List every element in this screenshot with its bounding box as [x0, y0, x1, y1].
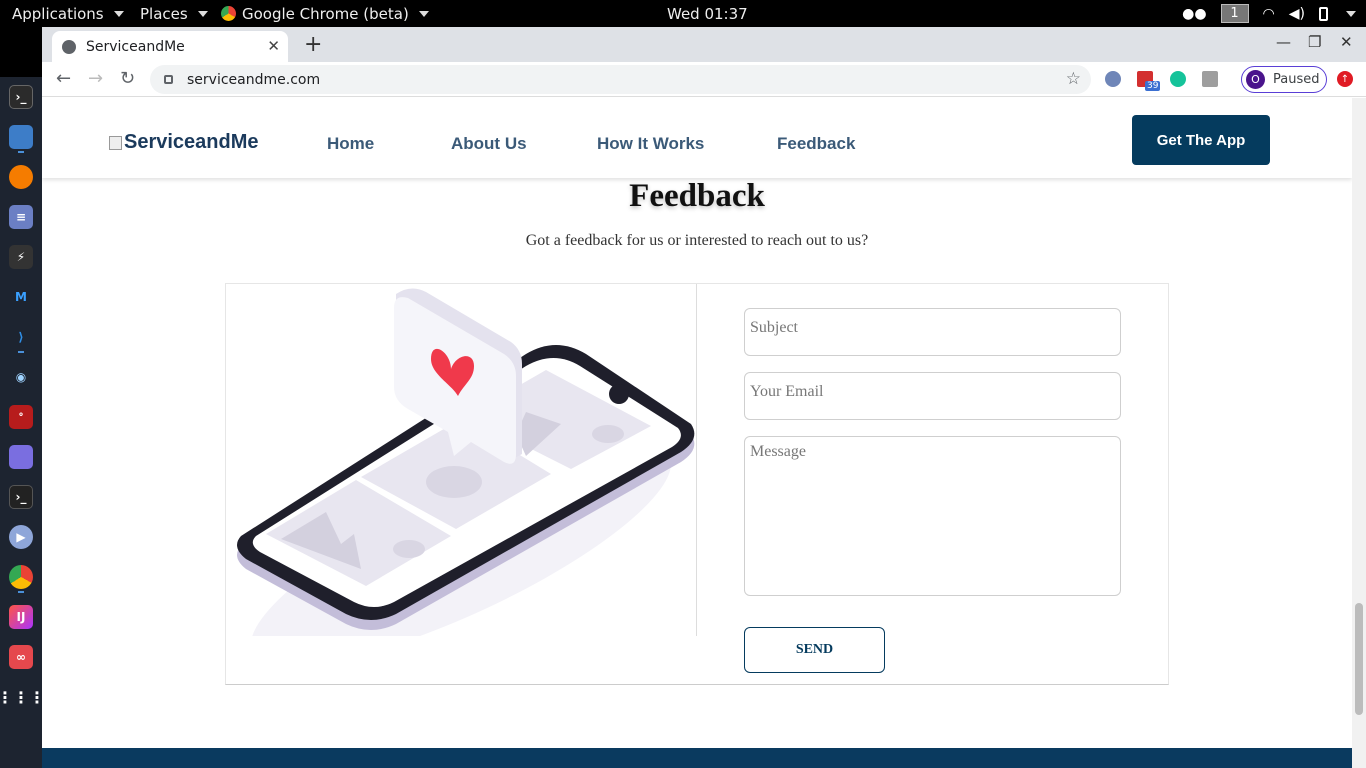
places-menu[interactable]: Places [140, 0, 208, 27]
new-tab-button[interactable]: + [304, 32, 322, 57]
profile-button[interactable]: O Paused [1241, 66, 1327, 93]
close-icon[interactable]: ✕ [267, 37, 280, 55]
site-logo[interactable]: ServiceandMe [109, 131, 259, 154]
nav-feedback[interactable]: Feedback [777, 134, 855, 154]
page-title: Feedback [629, 178, 765, 214]
phone-heart-illustration [237, 288, 695, 636]
system-top-bar: Applications Places Google Chrome (beta)… [0, 0, 1366, 27]
restore-icon[interactable]: ❐ [1308, 33, 1321, 51]
address-bar[interactable]: serviceandme.com ☆ [150, 65, 1091, 94]
chevron-down-icon [113, 10, 124, 17]
browser-tab-strip: ServiceandMe ✕ + — ❐ ✕ [42, 27, 1366, 62]
extension-1-icon[interactable] [1105, 71, 1121, 87]
running-indicator [18, 591, 24, 593]
tab-title: ServiceandMe [86, 38, 185, 55]
lock-icon [164, 75, 173, 84]
chevron-down-icon [197, 10, 208, 17]
chrome-dock-icon[interactable] [9, 565, 33, 589]
terminal-2-icon[interactable]: ›_ [9, 485, 33, 509]
nav-how-it-works[interactable]: How It Works [597, 134, 704, 154]
browser-tab[interactable]: ServiceandMe ✕ [52, 31, 288, 62]
battery-icon[interactable] [1319, 6, 1328, 21]
grammarly-icon[interactable] [1170, 71, 1186, 87]
reload-icon[interactable]: ↻ [120, 68, 135, 89]
cherrytree-icon[interactable]: ᐤ [9, 405, 33, 429]
reader-icon[interactable]: ∞ [9, 645, 33, 669]
workspace-indicator[interactable]: 1 [1220, 4, 1249, 23]
chevron-down-icon [418, 10, 429, 17]
eye-icon[interactable]: ◉ [9, 365, 33, 389]
app-grid-icon[interactable]: ⋮⋮⋮ [0, 685, 45, 709]
files-icon[interactable] [9, 125, 33, 149]
places-label: Places [140, 4, 188, 23]
clock[interactable]: Wed 01:37 [667, 0, 748, 27]
vscode-icon[interactable]: ⟩ [9, 325, 33, 349]
active-app-menu[interactable]: Google Chrome (beta) [221, 0, 429, 27]
email-input[interactable]: Your Email [744, 372, 1121, 420]
message-textarea[interactable]: Message [744, 436, 1121, 596]
image-viewer-icon[interactable] [9, 445, 33, 469]
site-header: ServiceandMe Home About Us How It Works … [42, 98, 1352, 178]
applications-menu[interactable]: Applications [12, 0, 124, 27]
terminal-icon[interactable]: ›_ [9, 85, 33, 109]
page-scrollbar[interactable] [1352, 98, 1366, 768]
applications-label: Applications [12, 4, 104, 23]
broken-image-icon [109, 135, 122, 150]
send-button[interactable]: SEND [744, 627, 885, 673]
card-divider [696, 284, 697, 636]
running-indicator [18, 151, 24, 153]
chrome-icon [221, 6, 236, 21]
text-editor-icon[interactable]: ≡ [9, 205, 33, 229]
wifi-icon[interactable]: ◠ [1263, 6, 1275, 22]
page-subtitle: Got a feedback for us or interested to r… [525, 232, 869, 249]
scrollbar-thumb[interactable] [1355, 603, 1363, 715]
users-icon[interactable]: ●● [1182, 6, 1206, 22]
active-app-label: Google Chrome (beta) [242, 4, 409, 23]
profile-status: Paused [1273, 72, 1320, 87]
back-arrow-icon[interactable]: ← [56, 68, 71, 89]
extensions-puzzle-icon[interactable] [1202, 71, 1218, 87]
dock-top-area [0, 27, 42, 77]
window-close-icon[interactable]: ✕ [1340, 33, 1353, 51]
intellij-icon[interactable]: IJ [9, 605, 33, 629]
running-indicator [18, 351, 24, 353]
url-text: serviceandme.com [187, 71, 321, 88]
nav-home[interactable]: Home [327, 134, 374, 154]
firefox-icon[interactable] [9, 165, 33, 189]
logo-alt-text: ServiceandMe [124, 131, 259, 153]
minimize-icon[interactable]: — [1276, 33, 1291, 51]
forward-arrow-icon[interactable]: → [88, 68, 103, 89]
feedback-card: Subject Your Email Message SEND [225, 283, 1169, 685]
extension-badge: 39 [1145, 81, 1161, 91]
volume-icon[interactable]: ◀) [1289, 6, 1305, 22]
malwarebytes-icon[interactable]: M [9, 285, 33, 309]
clock-label: Wed 01:37 [667, 4, 748, 23]
footer [42, 748, 1352, 768]
web-page: ServiceandMe Home About Us How It Works … [42, 98, 1352, 768]
globe-icon [62, 39, 76, 54]
system-menu-chevron-icon[interactable] [1346, 10, 1356, 17]
avatar: O [1246, 70, 1265, 89]
subject-input[interactable]: Subject [744, 308, 1121, 356]
burp-icon[interactable]: ⚡ [9, 245, 33, 269]
update-icon[interactable]: ↑ [1337, 71, 1353, 87]
browser-toolbar: ← → ↻ serviceandme.com ☆ 39 O Paused ↑ [42, 62, 1366, 97]
media-player-icon[interactable]: ▶ [9, 525, 33, 549]
bookmark-star-icon[interactable]: ☆ [1066, 69, 1081, 89]
nav-about-us[interactable]: About Us [451, 134, 527, 154]
get-the-app-button[interactable]: Get The App [1132, 115, 1270, 165]
